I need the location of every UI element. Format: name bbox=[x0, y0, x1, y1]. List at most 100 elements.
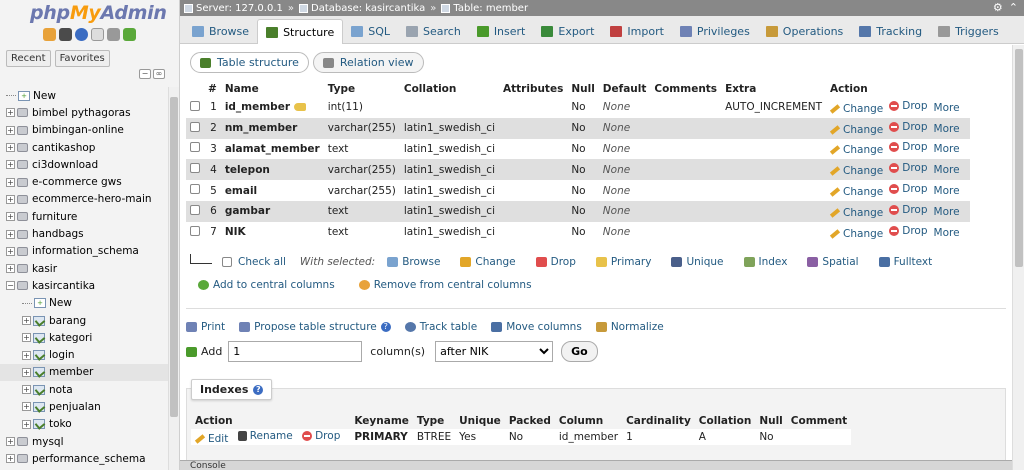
tree-item[interactable]: + toko bbox=[0, 416, 168, 433]
collapse-icon[interactable]: ⌃ bbox=[1009, 1, 1018, 14]
expand-icon[interactable]: + bbox=[22, 316, 31, 325]
expand-icon[interactable]: + bbox=[6, 246, 15, 256]
docs-icon[interactable] bbox=[91, 28, 104, 41]
expand-icon[interactable]: + bbox=[22, 419, 31, 429]
drop-button[interactable]: Drop bbox=[889, 225, 928, 237]
main-scrollbar-thumb[interactable] bbox=[1015, 49, 1023, 267]
row-checkbox[interactable] bbox=[190, 100, 200, 111]
expand-icon[interactable]: + bbox=[6, 194, 15, 204]
tree-item[interactable]: + handbags bbox=[0, 225, 168, 242]
breadcrumb-server[interactable]: Server: 127.0.0.1 bbox=[184, 3, 283, 14]
link-icon[interactable]: ∞ bbox=[153, 69, 165, 79]
tree-item[interactable]: + barang bbox=[0, 312, 168, 329]
print-link[interactable]: Print bbox=[186, 321, 225, 333]
propose-structure-link[interactable]: Propose table structure? bbox=[239, 321, 391, 333]
column-position-select[interactable]: after NIK bbox=[435, 341, 554, 362]
tab-insert[interactable]: Insert bbox=[469, 19, 534, 44]
nav-scrollbar-thumb[interactable] bbox=[170, 97, 178, 417]
change-button[interactable]: Change bbox=[829, 165, 883, 177]
tree-item[interactable]: + cantikashop bbox=[0, 139, 168, 156]
change-button[interactable]: Change bbox=[829, 124, 883, 136]
more-button[interactable]: More bbox=[934, 123, 960, 135]
with-selected-fulltext[interactable]: Fulltext bbox=[878, 256, 932, 268]
tree-item[interactable]: + login bbox=[0, 346, 168, 363]
with-selected-change[interactable]: Change bbox=[460, 256, 516, 268]
with-selected-browse[interactable]: Browse bbox=[387, 256, 440, 268]
tab-sql[interactable]: SQL bbox=[343, 19, 398, 44]
tree-item[interactable]: + mysql bbox=[0, 433, 168, 450]
tab-structure[interactable]: Structure bbox=[257, 19, 344, 44]
tree-item[interactable]: − kasircantika bbox=[0, 277, 168, 294]
tab-search[interactable]: Search bbox=[398, 19, 469, 44]
track-table-link[interactable]: Track table bbox=[404, 321, 477, 333]
add-central-columns-link[interactable]: Add to central columns bbox=[198, 279, 335, 291]
column-name[interactable]: nm_member bbox=[225, 122, 298, 134]
with-selected-drop[interactable]: Drop bbox=[535, 256, 576, 268]
help-icon[interactable] bbox=[75, 28, 88, 41]
remove-central-columns-link[interactable]: Remove from central columns bbox=[358, 279, 532, 291]
more-button[interactable]: More bbox=[934, 143, 960, 155]
tree-item[interactable]: + nota bbox=[0, 381, 168, 398]
tree-item[interactable]: + New bbox=[0, 87, 168, 104]
tab-triggers[interactable]: Triggers bbox=[930, 19, 1007, 44]
expand-icon[interactable]: + bbox=[6, 437, 15, 447]
column-name[interactable]: gambar bbox=[225, 205, 270, 217]
column-name[interactable]: NIK bbox=[225, 226, 246, 238]
help-icon[interactable]: ? bbox=[253, 384, 264, 395]
tree-item[interactable]: + e-commerce gws bbox=[0, 173, 168, 190]
row-checkbox[interactable] bbox=[190, 184, 200, 195]
expand-icon[interactable]: + bbox=[6, 125, 15, 135]
breadcrumb-table[interactable]: Table: member bbox=[441, 3, 528, 14]
check-all-label[interactable]: Check all bbox=[238, 256, 286, 268]
column-count-input[interactable] bbox=[228, 341, 363, 362]
tree-item[interactable]: + performance_schema bbox=[0, 450, 168, 467]
change-button[interactable]: Change bbox=[829, 228, 883, 240]
expand-icon[interactable]: + bbox=[6, 108, 15, 118]
breadcrumb-database[interactable]: Database: kasircantika bbox=[299, 3, 425, 14]
more-button[interactable]: More bbox=[934, 227, 960, 239]
col-name[interactable]: Name bbox=[220, 81, 324, 97]
change-button[interactable]: Change bbox=[829, 207, 883, 219]
expand-icon[interactable]: + bbox=[6, 212, 15, 222]
drop-button[interactable]: Drop bbox=[889, 204, 928, 216]
with-selected-primary[interactable]: Primary bbox=[595, 256, 651, 268]
expand-icon[interactable]: + bbox=[22, 350, 31, 360]
expand-icon[interactable]: + bbox=[6, 454, 15, 464]
tree-item[interactable]: + bimbingan-online bbox=[0, 122, 168, 139]
drop-button[interactable]: Drop bbox=[889, 162, 928, 174]
tree-item[interactable]: + New bbox=[0, 295, 168, 312]
tree-item[interactable]: + information_schema bbox=[0, 243, 168, 260]
more-button[interactable]: More bbox=[934, 102, 960, 114]
phpmyadmin-logo[interactable]: phpMyAdmin bbox=[0, 0, 179, 26]
nav-scrollbar[interactable] bbox=[168, 87, 179, 470]
row-checkbox[interactable] bbox=[190, 121, 200, 132]
expand-icon[interactable]: + bbox=[22, 333, 31, 343]
tree-item[interactable]: + penjualan bbox=[0, 398, 168, 415]
drop-button[interactable]: Drop bbox=[889, 183, 928, 195]
subtab-relation-view[interactable]: Relation view bbox=[312, 52, 424, 73]
console-bar[interactable]: Console bbox=[180, 460, 1012, 470]
tab-import[interactable]: Import bbox=[602, 19, 672, 44]
column-name[interactable]: email bbox=[225, 185, 257, 197]
with-selected-spatial[interactable]: Spatial bbox=[807, 256, 859, 268]
check-all-checkbox[interactable] bbox=[222, 257, 232, 267]
tab-tracking[interactable]: Tracking bbox=[851, 19, 930, 44]
tree-item[interactable]: + bimbel pythagoras bbox=[0, 104, 168, 121]
tree-item[interactable]: + furniture bbox=[0, 208, 168, 225]
indexes-legend[interactable]: Indexes? bbox=[191, 379, 273, 400]
reload-icon[interactable] bbox=[123, 28, 136, 41]
tab-privileges[interactable]: Privileges bbox=[672, 19, 758, 44]
collapse-icon[interactable]: − bbox=[6, 281, 15, 291]
tab-operations[interactable]: Operations bbox=[758, 19, 851, 44]
go-button[interactable]: Go bbox=[561, 341, 598, 362]
help-icon[interactable]: ? bbox=[380, 322, 391, 332]
drop-button[interactable]: Drop bbox=[889, 121, 928, 133]
column-name[interactable]: alamat_member bbox=[225, 143, 320, 155]
change-button[interactable]: Change bbox=[829, 186, 883, 198]
tree-item[interactable]: + kasir bbox=[0, 260, 168, 277]
column-name[interactable]: telepon bbox=[225, 164, 270, 176]
row-checkbox[interactable] bbox=[190, 142, 200, 153]
expand-icon[interactable]: + bbox=[22, 367, 31, 377]
tree-item[interactable]: + member bbox=[0, 363, 168, 382]
normalize-link[interactable]: Normalize bbox=[595, 321, 664, 333]
